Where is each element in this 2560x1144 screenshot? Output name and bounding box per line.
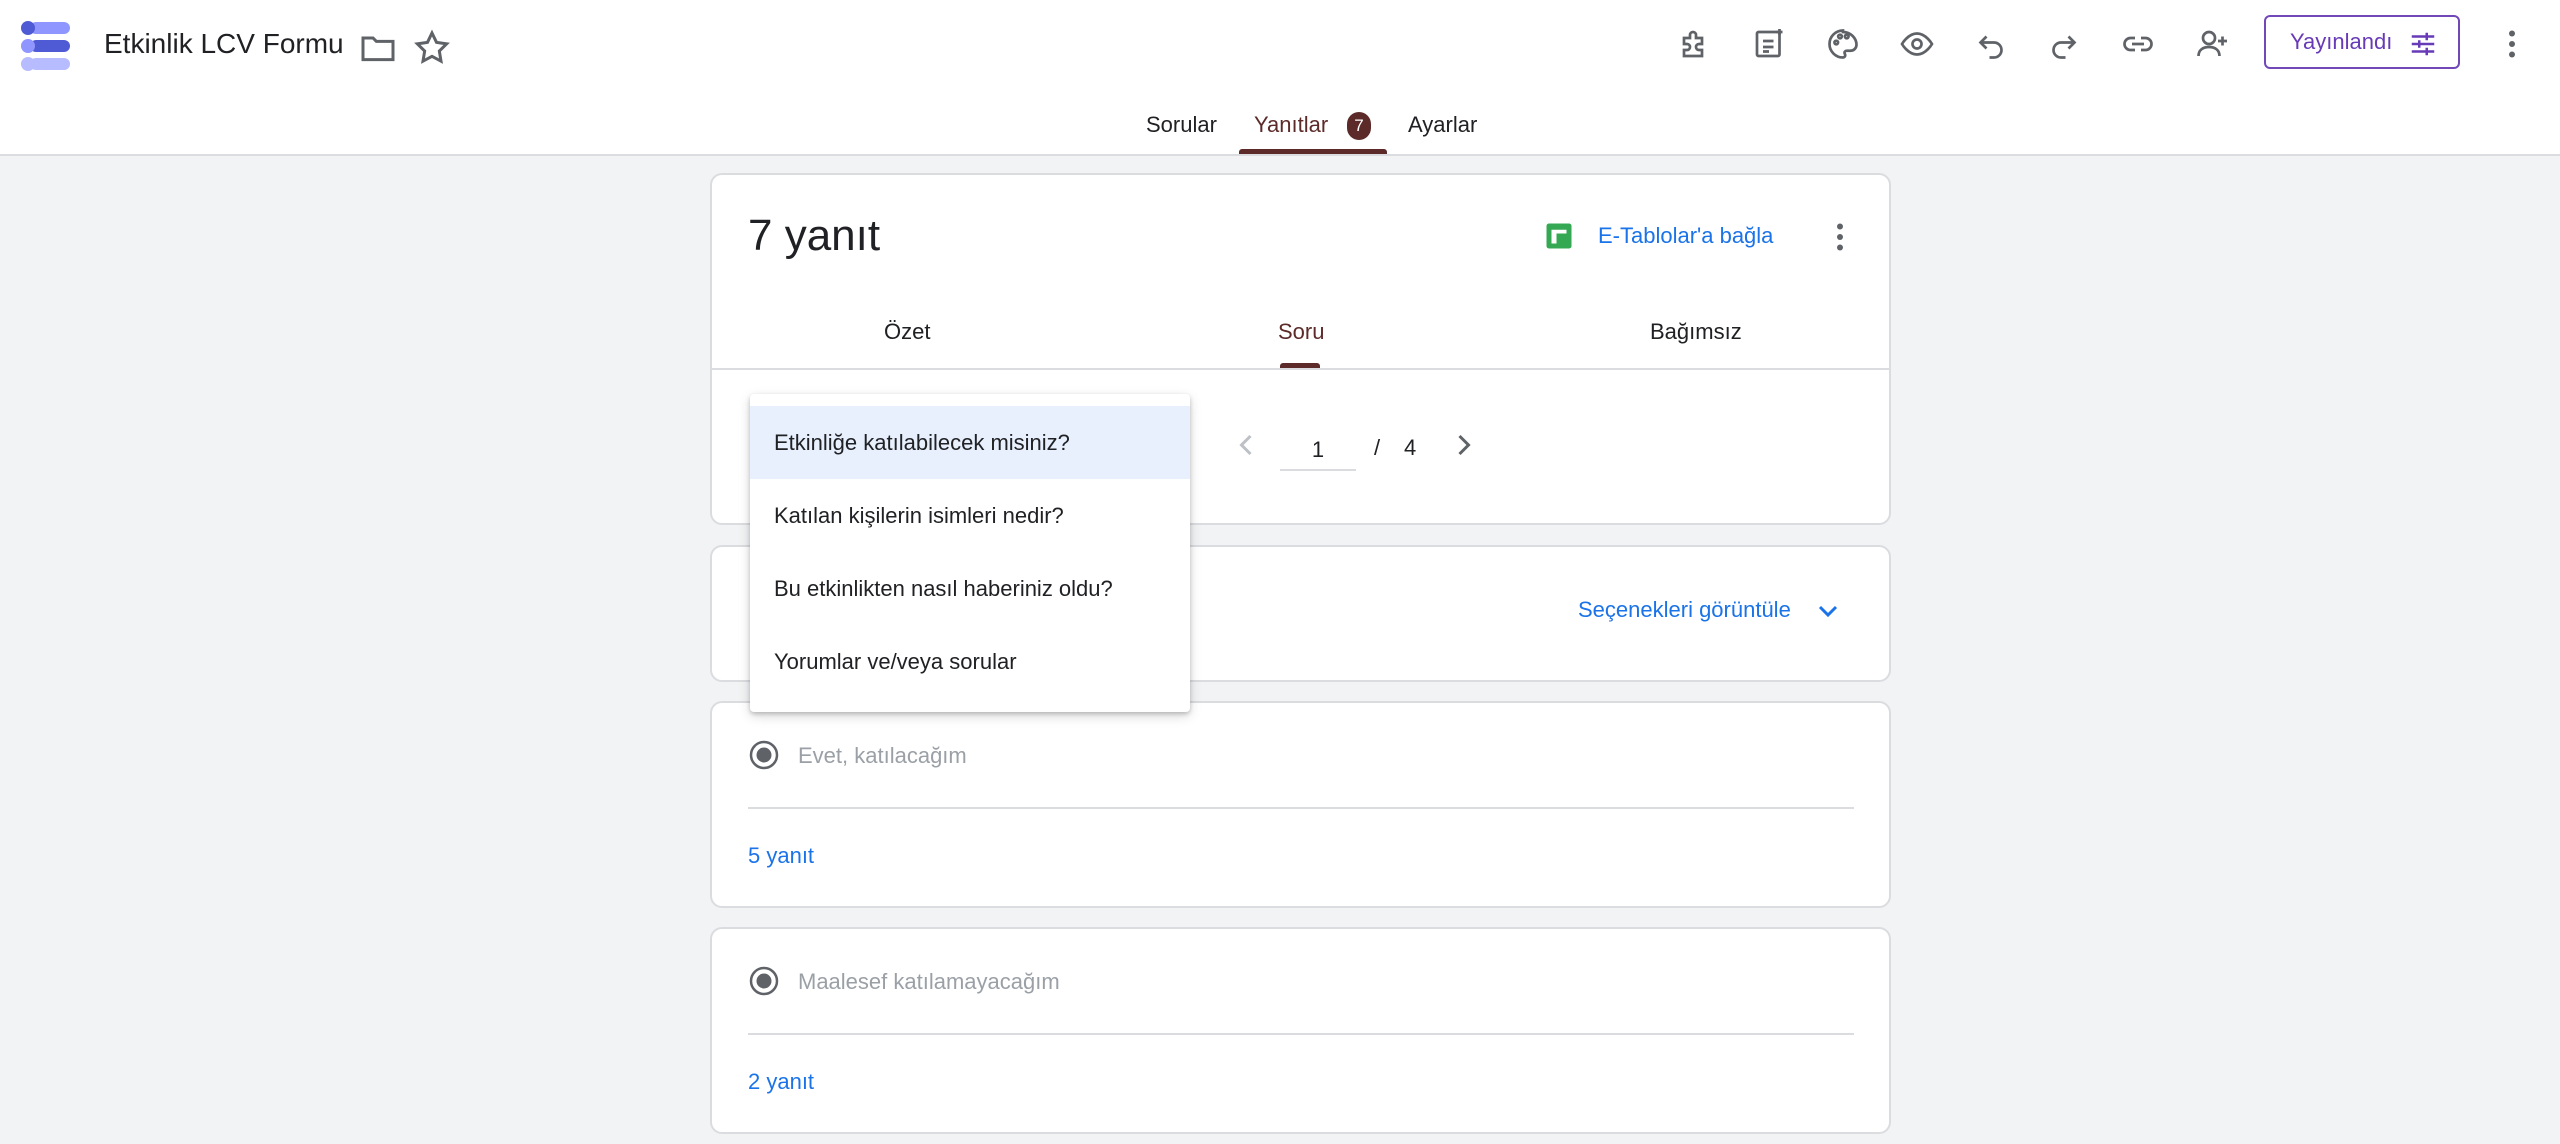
palette-icon[interactable]	[1819, 20, 1867, 68]
published-button-label: Yayınlandı	[2290, 29, 2393, 54]
published-button[interactable]: Yayınlandı	[2264, 15, 2460, 69]
chevron-down-icon[interactable]	[1812, 595, 1844, 627]
add-collaborator-icon[interactable]	[2188, 20, 2236, 68]
option-label: Evet, katılacağım	[798, 743, 967, 768]
option-label: Maalesef katılamayacağım	[798, 969, 1060, 994]
menu-item-question[interactable]: Etkinliğe katılabilecek misiniz?	[750, 406, 1190, 479]
menu-item-question[interactable]: Yorumlar ve/veya sorular	[750, 625, 1190, 698]
star-icon[interactable]	[412, 28, 452, 68]
addons-icon[interactable]	[1672, 20, 1720, 68]
folder-icon[interactable]	[358, 28, 398, 68]
link-icon[interactable]	[2114, 20, 2162, 68]
menu-item-question[interactable]: Katılan kişilerin isimleri nedir?	[750, 479, 1190, 552]
subtab-summary[interactable]: Özet	[884, 319, 930, 345]
responses-count-badge: 7	[1347, 112, 1371, 140]
question-select-menu: Etkinliğe katılabilecek misiniz? Katılan…	[750, 394, 1190, 712]
form-title[interactable]: Etkinlik LCV Formu	[104, 28, 344, 60]
responses-more-icon[interactable]	[1822, 219, 1858, 255]
link-to-sheets-button[interactable]: E-Tablolar'a bağla	[1598, 223, 1773, 249]
redo-icon[interactable]	[2040, 20, 2088, 68]
subtab-question[interactable]: Soru	[1278, 319, 1324, 345]
pager-separator: /	[1374, 435, 1381, 460]
option-response-count[interactable]: 2 yanıt	[748, 1069, 814, 1095]
view-options-button[interactable]: Seçenekleri görüntüle	[1578, 597, 1791, 623]
menu-item-question[interactable]: Bu etkinlikten nasıl haberiniz oldu?	[750, 552, 1190, 625]
tab-questions[interactable]: Sorular	[1146, 112, 1217, 138]
option-divider	[748, 807, 1854, 809]
app-header: Etkinlik LCV Formu Yayınlandı Sorular Ya…	[0, 0, 2560, 156]
response-count-title: 7 yanıt	[748, 211, 881, 260]
more-vert-icon[interactable]	[2488, 20, 2536, 68]
option-response-count[interactable]: 5 yanıt	[748, 843, 814, 869]
undo-icon[interactable]	[1967, 20, 2015, 68]
active-tab-indicator	[1239, 149, 1387, 154]
option-divider	[748, 1033, 1854, 1035]
forms-logo-icon[interactable]	[18, 18, 74, 74]
next-question-icon[interactable]	[1446, 427, 1482, 463]
radio-selected-icon	[749, 740, 779, 770]
pager-total: 4	[1404, 435, 1417, 460]
subtab-individual[interactable]: Bağımsız	[1650, 319, 1742, 345]
option-card: Maalesef katılamayacağım 2 yanıt	[710, 927, 1891, 1134]
tab-responses[interactable]: Yanıtlar	[1254, 112, 1328, 138]
ai-forms-icon[interactable]	[1745, 20, 1793, 68]
preview-eye-icon[interactable]	[1893, 20, 1941, 68]
publish-settings-icon	[2411, 32, 2435, 56]
previous-question-icon[interactable]	[1228, 427, 1264, 463]
sheets-icon[interactable]	[1544, 221, 1574, 251]
radio-selected-icon	[749, 966, 779, 996]
subtab-divider	[712, 368, 1889, 370]
option-card: Evet, katılacağım 5 yanıt	[710, 701, 1891, 908]
question-page-input[interactable]	[1280, 431, 1356, 471]
tab-settings[interactable]: Ayarlar	[1408, 112, 1477, 138]
